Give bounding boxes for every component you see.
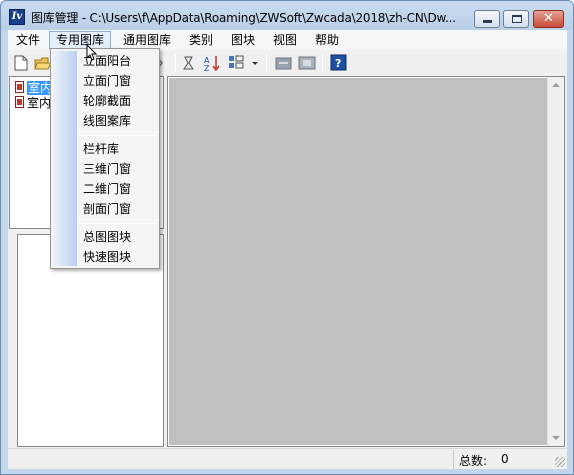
minimize-button[interactable] [474,10,500,28]
new-icon [14,55,28,71]
scroll-up-icon[interactable] [552,83,560,87]
insert-block-button[interactable] [274,53,294,73]
library-icon [15,81,24,93]
svg-text:?: ? [335,57,341,70]
menu-item-3d-door-window[interactable]: 三维门窗 [83,159,131,179]
maximize-icon [512,15,522,23]
help-button[interactable]: ? [329,53,349,73]
tree-item[interactable]: 室内 [15,80,54,95]
menu-block[interactable]: 图块 [225,31,261,49]
view-mode-icon [229,55,244,69]
count-value: 0 [501,452,509,466]
scroll-down-icon[interactable] [552,436,560,440]
close-button[interactable]: ✕ [533,10,564,28]
menu-separator [79,223,157,224]
window-title: 图库管理 - C:\Users\f\AppData\Roaming\ZWSoft… [31,11,456,25]
menu-item-line-pattern[interactable]: 线图案库 [83,111,131,131]
toolbar-separator [175,54,176,72]
view-mode-button[interactable] [226,53,246,73]
status-bar: 总数: 0 [8,448,567,469]
special-library-menu: 立面阳台 立面门窗 轮廓截面 线图案库 栏杆库 三维门窗 二维门窗 剖面门窗 总… [50,48,160,269]
replace-block-button[interactable] [297,53,317,73]
menu-help[interactable]: 帮助 [309,31,345,49]
menu-special-library[interactable]: 专用图库 [49,31,112,49]
new-button[interactable] [11,53,31,73]
tree-item-label: 室内 [27,96,52,110]
toolbar-separator [266,54,267,72]
filter-button[interactable] [179,53,199,73]
svg-text:Z: Z [204,64,210,73]
help-icon: ? [330,54,347,71]
menu-category[interactable]: 类别 [183,31,219,49]
resize-grip-icon[interactable] [555,457,565,467]
sort-button[interactable]: A Z [202,53,222,73]
menu-gutter [53,51,77,266]
view-dropdown-icon [252,62,258,65]
toolbar-separator [322,54,323,72]
menu-view[interactable]: 视图 [267,31,303,49]
close-icon: ✕ [543,11,554,26]
menu-item-quick-block[interactable]: 快速图块 [83,247,131,267]
menu-file[interactable]: 文件 [10,31,46,49]
vertical-scrollbar[interactable] [547,77,564,446]
minimize-icon [483,20,492,23]
title-bar[interactable]: Iv 图库管理 - C:\Users\f\AppData\Roaming\ZWS… [1,1,573,30]
menu-item-2d-door-window[interactable]: 二维门窗 [83,179,131,199]
menu-item-elevation-door-window[interactable]: 立面门窗 [83,71,131,91]
tree-item[interactable]: 室内 [15,95,51,110]
library-icon [15,96,24,108]
count-label: 总数: [459,454,488,468]
menu-general-library[interactable]: 通用图库 [117,31,177,49]
menu-item-section-door-window[interactable]: 剖面门窗 [83,199,131,219]
preview-panel [167,76,565,447]
menu-separator [79,135,157,136]
mouse-cursor-icon [86,44,98,61]
preview-canvas[interactable] [169,78,547,445]
menu-item-site-plan-block[interactable]: 总图图块 [83,227,131,247]
app-icon[interactable]: Iv [9,9,25,25]
sort-icon: A Z [204,56,220,73]
insert-block-icon [275,57,292,70]
view-dropdown-button[interactable] [249,53,261,73]
filter-icon [183,56,194,70]
menu-item-profile-section[interactable]: 轮廓截面 [83,91,131,111]
menu-item-railing[interactable]: 栏杆库 [83,139,119,159]
maximize-button[interactable] [503,10,529,28]
replace-block-icon [298,56,316,70]
